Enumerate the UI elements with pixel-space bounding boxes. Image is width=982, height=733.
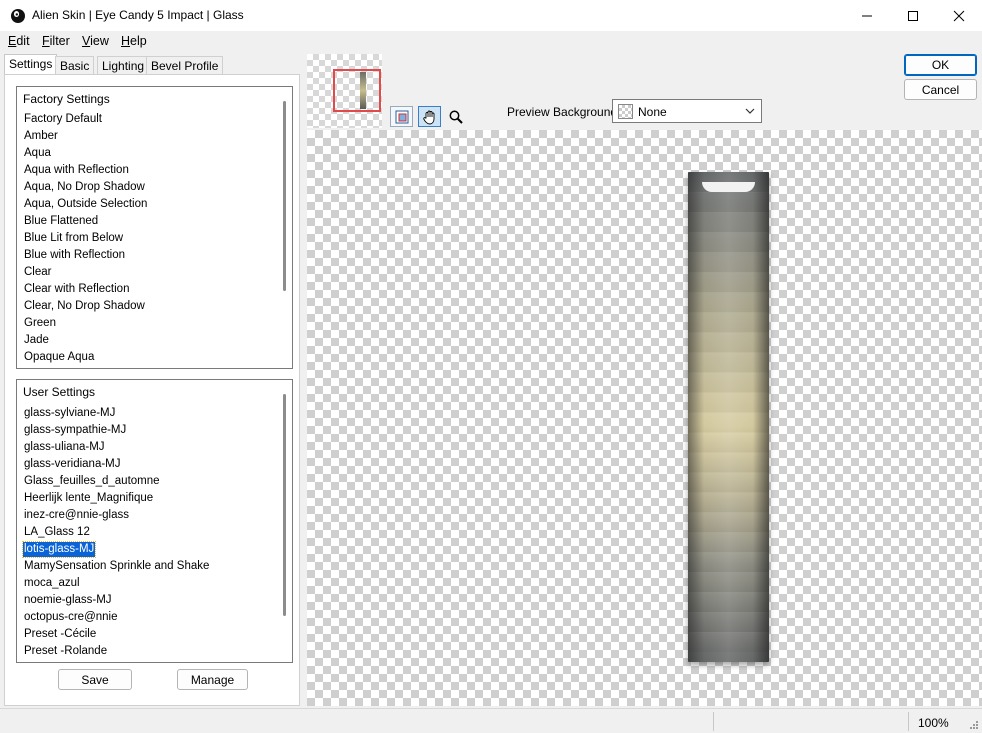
hand-pan-button[interactable] xyxy=(418,106,441,127)
background-swatch xyxy=(618,104,633,119)
navigate-preview-icon xyxy=(395,110,408,123)
menu-filter-label: ilter xyxy=(49,34,70,48)
list-item[interactable]: MamySensation Sprinkle and Shake xyxy=(23,559,210,574)
list-item[interactable]: noemie-glass-MJ xyxy=(23,593,113,608)
close-button[interactable] xyxy=(936,0,982,31)
list-item[interactable]: Aqua xyxy=(23,146,52,161)
tab-basic[interactable]: Basic xyxy=(55,56,95,74)
maximize-icon xyxy=(908,10,918,21)
list-item[interactable]: Preset -Cécile xyxy=(23,627,97,642)
list-item[interactable]: Opaque Aqua xyxy=(23,350,95,365)
list-item[interactable]: octopus-cre@nnie xyxy=(23,610,119,625)
tab-settings[interactable]: Settings xyxy=(4,54,58,75)
list-item[interactable]: glass-uliana-MJ xyxy=(23,440,106,455)
ok-button[interactable]: OK xyxy=(904,54,977,76)
list-item[interactable]: Clear, No Drop Shadow xyxy=(23,299,146,314)
navigator-thumbnail[interactable] xyxy=(307,54,382,128)
list-item[interactable]: Heerlijk lente_Magnifique xyxy=(23,491,154,506)
zoom-magnifier-icon xyxy=(449,110,463,124)
list-item-selected[interactable]: lotis-glass-MJ xyxy=(21,541,97,558)
list-item[interactable]: Aqua with Reflection xyxy=(23,163,130,178)
title-bar: Alien Skin | Eye Candy 5 Impact | Glass xyxy=(0,0,982,31)
list-item[interactable]: Aqua, Outside Selection xyxy=(23,197,148,212)
list-item[interactable]: glass-sylviane-MJ xyxy=(23,406,116,421)
app-icon xyxy=(11,9,25,23)
menu-edit-label: dit xyxy=(16,34,30,48)
menu-edit[interactable]: Edit xyxy=(8,34,30,48)
save-button[interactable]: Save xyxy=(58,669,132,690)
list-item[interactable]: glass-sympathie-MJ xyxy=(23,423,127,438)
list-item[interactable]: glass-veridiana-MJ xyxy=(23,457,122,472)
glass-sheen xyxy=(688,172,769,662)
list-item[interactable]: Blue Flattened xyxy=(23,214,99,229)
list-item[interactable]: Clear with Reflection xyxy=(23,282,130,297)
user-settings-list[interactable]: User Settings glass-sylviane-MJ glass-sy… xyxy=(16,379,293,663)
status-separator xyxy=(908,712,909,731)
factory-list-scrollbar[interactable] xyxy=(283,101,286,291)
close-icon xyxy=(953,10,965,21)
glass-highlight xyxy=(702,182,755,192)
window-title: Alien Skin | Eye Candy 5 Impact | Glass xyxy=(32,8,244,22)
menu-filter[interactable]: Filter xyxy=(42,34,70,48)
minimize-icon xyxy=(862,15,872,16)
list-item[interactable]: Factory Default xyxy=(23,112,103,127)
list-item[interactable]: LA_Glass 12 xyxy=(23,525,91,540)
tab-bevel-profile[interactable]: Bevel Profile xyxy=(146,56,224,74)
menu-view[interactable]: View xyxy=(82,34,109,48)
factory-settings-list[interactable]: Factory Settings Factory Default Amber A… xyxy=(16,86,293,369)
list-item[interactable]: inez-cre@nnie-glass xyxy=(23,508,130,523)
zoom-button[interactable] xyxy=(444,106,467,127)
list-item[interactable]: Clear xyxy=(23,265,52,280)
preview-canvas[interactable] xyxy=(307,130,982,706)
menu-view-accelerator: V xyxy=(82,34,91,48)
menu-filter-accelerator: F xyxy=(42,34,50,48)
zoom-level: 100% xyxy=(918,716,949,730)
user-list-scrollbar[interactable] xyxy=(283,394,286,616)
settings-panel: Factory Settings Factory Default Amber A… xyxy=(4,74,300,706)
preview-background-select[interactable]: None xyxy=(612,99,762,123)
menu-help[interactable]: Help xyxy=(121,34,147,48)
glass-effect-preview xyxy=(688,172,769,662)
menu-bar: Edit Filter View Help xyxy=(0,31,982,51)
list-item[interactable]: Blue Lit from Below xyxy=(23,231,124,246)
list-item[interactable]: Blue with Reflection xyxy=(23,248,126,263)
cancel-button[interactable]: Cancel xyxy=(904,79,977,100)
list-item[interactable]: moca_azul xyxy=(23,576,81,591)
preview-background-value: None xyxy=(638,105,667,119)
list-item[interactable]: Glass_feuilles_d_automne xyxy=(23,474,161,489)
list-item[interactable]: Preset -Rolande xyxy=(23,644,108,659)
factory-settings-header: Factory Settings xyxy=(23,92,110,106)
list-item[interactable]: Amber xyxy=(23,129,59,144)
status-bar: 100% xyxy=(0,708,982,733)
menu-help-accelerator: H xyxy=(121,34,131,48)
menu-view-label: iew xyxy=(90,34,109,48)
status-separator xyxy=(713,712,714,731)
chevron-down-icon xyxy=(745,108,755,114)
navigator-view-rect[interactable] xyxy=(333,69,381,112)
navigate-preview-button[interactable] xyxy=(390,106,413,127)
minimize-button[interactable] xyxy=(844,0,890,31)
list-item[interactable]: Green xyxy=(23,316,57,331)
list-item[interactable]: Aqua, No Drop Shadow xyxy=(23,180,146,195)
list-item[interactable]: Jade xyxy=(23,333,50,348)
hand-pan-icon xyxy=(422,110,434,124)
preview-background-label: Preview Background: xyxy=(507,105,621,119)
resize-grip-icon[interactable] xyxy=(969,720,979,730)
tab-lighting[interactable]: Lighting xyxy=(97,56,150,74)
user-settings-header: User Settings xyxy=(23,385,96,399)
maximize-button[interactable] xyxy=(890,0,936,31)
menu-help-label: elp xyxy=(130,34,147,48)
manage-button[interactable]: Manage xyxy=(177,669,248,690)
